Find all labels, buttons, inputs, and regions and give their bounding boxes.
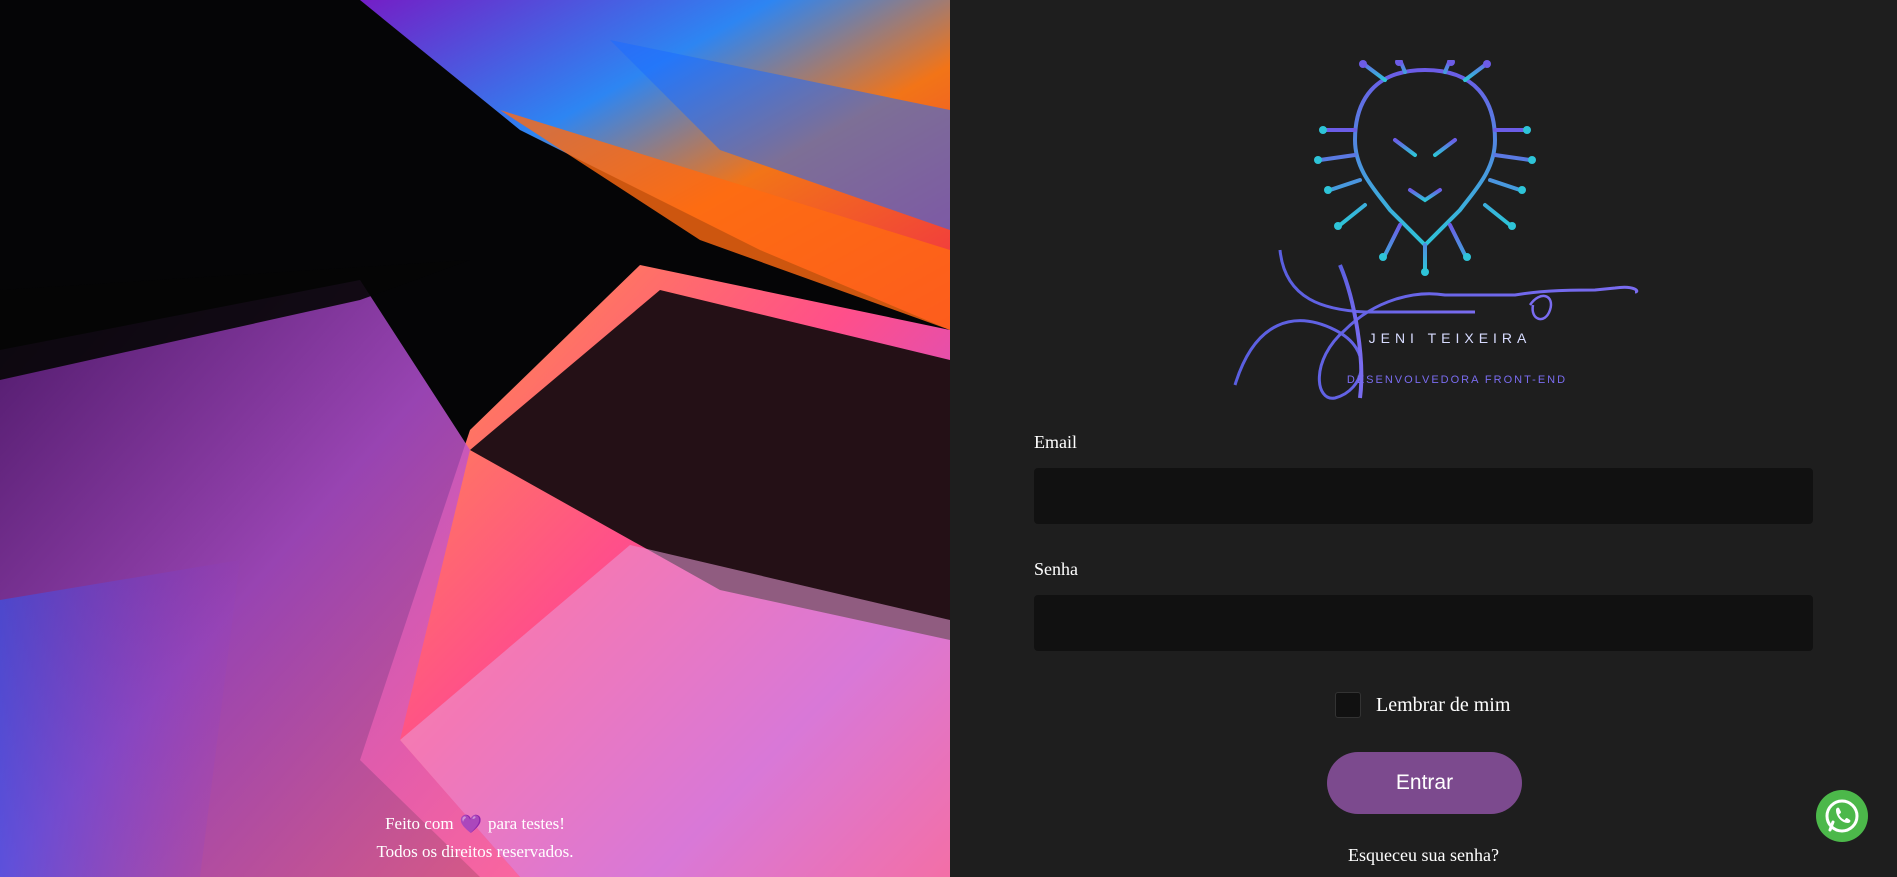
forgot-password-link[interactable]: Esqueceu sua senha? xyxy=(950,845,1897,866)
logo-tagline: DESENVOLVEDORA FRONT-END xyxy=(1347,374,1567,386)
login-panel: JENI TEIXEIRA DESENVOLVEDORA FRONT-END E… xyxy=(950,0,1897,877)
login-page: Feito com 💜 para testes! Todos os direitos… xyxy=(0,0,1897,877)
password-field[interactable] xyxy=(1034,595,1813,651)
whatsapp-icon xyxy=(1825,799,1859,833)
footer-for-tests: para testes! xyxy=(487,814,565,833)
footer-rights: Todos os direitos reservados. xyxy=(376,842,574,861)
remember-me-checkbox[interactable] xyxy=(1335,692,1361,718)
email-field[interactable] xyxy=(1034,468,1813,524)
circuit-lion-icon xyxy=(1318,60,1532,272)
hero-image-panel: Feito com 💜 para testes! Todos os direitos… xyxy=(0,0,950,877)
heart-icon: 💜 xyxy=(459,814,482,835)
logo-brand-name: JENI TEIXEIRA xyxy=(1369,330,1532,346)
whatsapp-button[interactable] xyxy=(1816,790,1868,842)
email-label: Email xyxy=(1034,432,1077,452)
laptop-keyboard-photo xyxy=(0,0,950,877)
hero-footer: Feito com 💜 para testes! Todos os direitos… xyxy=(0,810,950,865)
remember-me: Lembrar de mim xyxy=(1335,692,1510,718)
remember-me-label: Lembrar de mim xyxy=(1376,693,1511,716)
footer-line-1: Feito com 💜 para testes! xyxy=(0,810,950,838)
password-label: Senha xyxy=(1034,559,1078,579)
footer-made-with: Feito com xyxy=(385,814,454,833)
login-button[interactable]: Entrar xyxy=(1327,752,1522,814)
brand-logo: JENI TEIXEIRA DESENVOLVEDORA FRONT-END xyxy=(1233,60,1639,400)
